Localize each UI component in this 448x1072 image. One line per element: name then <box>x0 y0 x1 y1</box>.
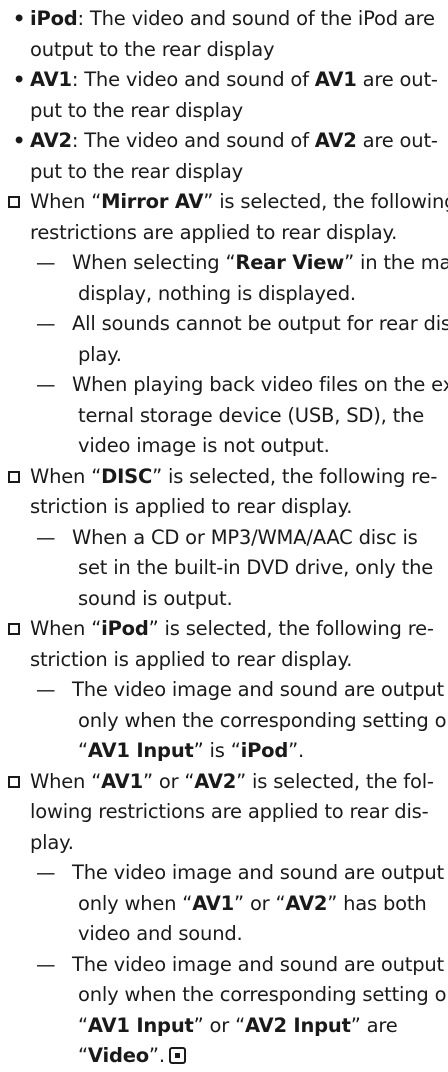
dash-text: only when the corresponding setting on <box>78 983 448 1006</box>
note-text: restrictions are applied to rear display… <box>30 220 398 244</box>
dash-text: “AV1 Input” or “AV2 Input” are <box>78 1013 398 1037</box>
dash-text: only when “AV1” or “AV2” has both <box>78 891 427 915</box>
dash-icon: — <box>36 952 56 976</box>
dash-text: “AV1 Input” is “iPod”. <box>78 739 305 762</box>
bullet-item-ipod: • iPod: The video and sound of the iPod … <box>8 4 442 35</box>
bullet-icon: • <box>12 68 26 91</box>
section-end-icon <box>168 1047 186 1064</box>
bullet-icon: • <box>12 7 26 30</box>
note-text: play. <box>30 830 74 854</box>
dash-item: — The video image and sound are output <box>8 858 444 889</box>
note-checkbox-icon <box>8 775 20 788</box>
dash-icon: — <box>36 251 56 274</box>
dash-text: video and sound. <box>78 922 243 945</box>
dash-text: “Video”. <box>8 1041 442 1072</box>
dash-icon: — <box>36 525 56 549</box>
bullet-item-av2: • AV2: The video and sound of AV2 are ou… <box>8 126 442 157</box>
manual-page: • iPod: The video and sound of the iPod … <box>0 0 448 1067</box>
note-checkbox-icon <box>8 196 20 208</box>
bullet-text: output to the rear display <box>30 37 275 61</box>
dash-item: — When a CD or MP3/WMA/AAC disc is <box>8 523 442 554</box>
note-disc: When “DISC” is selected, the following r… <box>8 462 442 493</box>
dash-text: video image is not output. <box>78 434 330 457</box>
dash-text: ternal storage device (USB, SD), the <box>78 403 424 427</box>
dash-icon: — <box>36 312 56 335</box>
dash-item: — All sounds cannot be output for rear d… <box>8 309 448 340</box>
dash-text: set in the built-in DVD drive, only the <box>78 556 434 579</box>
note-text: striction is applied to rear display. <box>30 647 353 671</box>
bullet-text: put to the rear display <box>30 159 243 183</box>
note-text: striction is applied to rear display. <box>30 495 353 518</box>
term-ipod: iPod <box>30 7 78 30</box>
note-ipod: When “iPod” is selected, the following r… <box>8 614 442 645</box>
dash-text: play. <box>78 342 122 366</box>
note-av1-av2: When “AV1” or “AV2” is selected, the fol… <box>8 767 442 798</box>
dash-item: — When selecting “Rear View” in the map <box>8 248 448 279</box>
bullet-item-av1: • AV1: The video and sound of AV1 are ou… <box>8 65 442 96</box>
note-checkbox-icon <box>8 470 20 483</box>
bullet-icon: • <box>12 129 26 152</box>
note-text: lowing restrictions are applied to rear … <box>30 800 429 823</box>
dash-icon: — <box>36 678 56 701</box>
dash-text: only when the corresponding setting on <box>78 708 448 732</box>
dash-text: display, nothing is displayed. <box>78 281 356 305</box>
dash-icon: — <box>36 861 56 884</box>
note-mirror-av: When “Mirror AV” is selected, the follow… <box>8 187 448 218</box>
dash-text: sound is output. <box>78 586 233 610</box>
note-checkbox-icon <box>8 623 20 635</box>
dash-icon: — <box>36 373 56 396</box>
dash-item: — When playing back video files on the e… <box>8 370 448 401</box>
dash-item: — The video image and sound are output <box>8 675 444 706</box>
dash-item: — The video image and sound are output <box>8 950 444 981</box>
bullet-text: put to the rear display <box>30 98 243 122</box>
